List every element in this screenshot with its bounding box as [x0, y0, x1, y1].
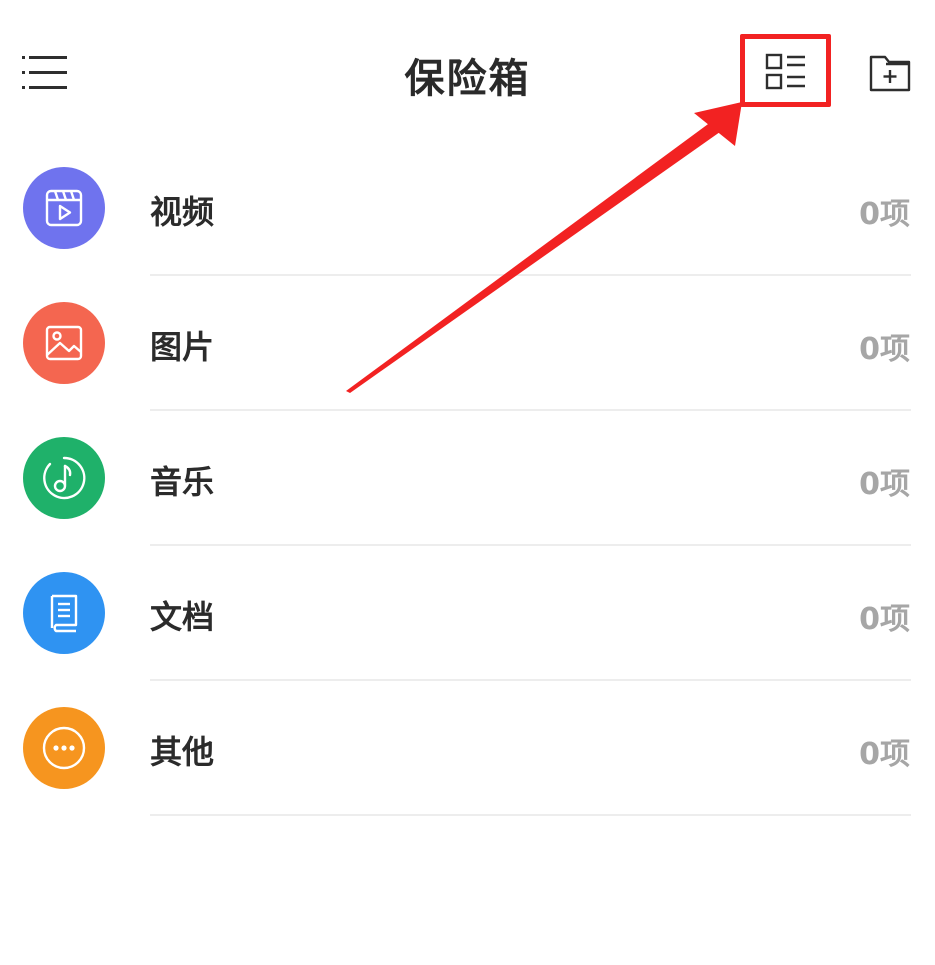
more-dots-icon	[42, 726, 86, 770]
category-icon-video	[23, 167, 105, 249]
new-folder-button[interactable]	[862, 50, 918, 96]
category-label: 音乐	[150, 463, 215, 501]
image-icon	[45, 325, 83, 361]
category-count: 0项	[859, 197, 910, 232]
category-count: 0项	[859, 467, 910, 502]
category-icon-music	[23, 437, 105, 519]
new-folder-icon	[869, 55, 911, 92]
category-label: 其他	[150, 733, 215, 771]
top-bar: 保险箱	[0, 0, 935, 150]
document-icon	[50, 594, 78, 633]
category-icon-document	[23, 572, 105, 654]
category-row-document[interactable]: 文档 0项	[0, 546, 935, 681]
category-label: 图片	[150, 328, 215, 366]
category-icon-other	[23, 707, 105, 789]
category-row-image[interactable]: 图片 0项	[0, 276, 935, 411]
category-list: 视频 0项 图片 0项 音乐 0项 文档 0项 其他 0项	[0, 141, 935, 816]
category-count: 0项	[859, 737, 910, 772]
list-view-icon	[765, 53, 805, 90]
category-label: 视频	[150, 193, 215, 231]
category-row-music[interactable]: 音乐 0项	[0, 411, 935, 546]
category-icon-image	[23, 302, 105, 384]
music-note-icon	[43, 456, 86, 500]
divider	[150, 814, 911, 816]
category-count: 0项	[859, 602, 910, 637]
view-toggle-button[interactable]	[744, 38, 828, 106]
category-row-other[interactable]: 其他 0项	[0, 681, 935, 816]
category-row-video[interactable]: 视频 0项	[0, 141, 935, 276]
video-clapper-icon	[45, 189, 83, 227]
category-count: 0项	[859, 332, 910, 367]
category-label: 文档	[150, 598, 215, 636]
